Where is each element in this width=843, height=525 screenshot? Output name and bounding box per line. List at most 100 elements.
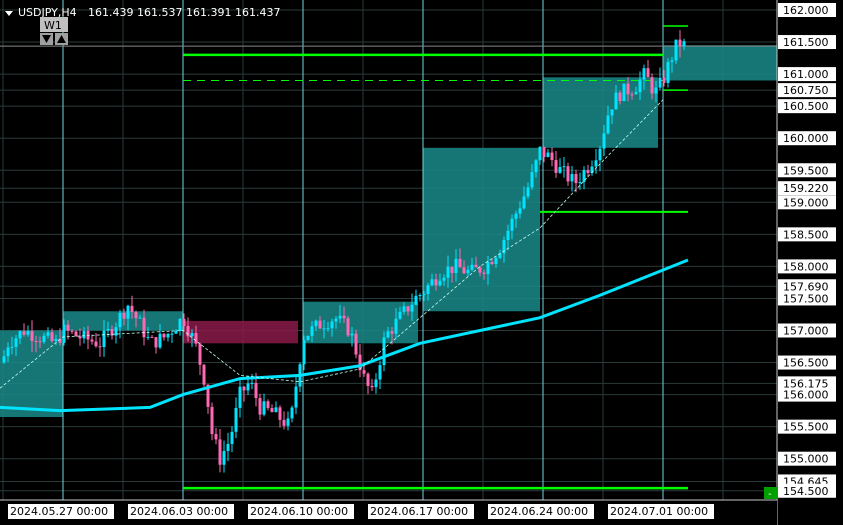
candle-body <box>46 332 50 336</box>
candle-body <box>450 266 454 274</box>
candle-body <box>534 160 538 173</box>
candle-body <box>322 328 326 330</box>
candle-body <box>414 295 418 305</box>
candle-body <box>74 331 78 337</box>
candle-body <box>270 408 274 413</box>
candle-body <box>634 92 638 95</box>
candle-body <box>418 295 422 297</box>
candle-body <box>458 258 462 268</box>
price-label: 157.690 <box>783 280 829 293</box>
candle-body <box>70 330 74 332</box>
price-label: 159.500 <box>783 164 829 177</box>
candle-body <box>550 152 554 161</box>
time-label: 2024.05.27 00:00 <box>10 505 108 518</box>
candle-body <box>658 77 662 88</box>
candle-body <box>194 333 198 344</box>
candle-body <box>454 258 458 274</box>
candle-body <box>622 83 626 102</box>
price-label: 162.000 <box>783 4 829 17</box>
candle-body <box>214 434 218 440</box>
candle-body <box>10 346 14 348</box>
candle-body <box>94 341 98 347</box>
candle-body <box>646 68 650 78</box>
candle-body <box>626 83 630 95</box>
candle-body <box>14 338 18 347</box>
candle-body <box>274 407 278 413</box>
candle-body <box>234 407 238 432</box>
candle-body <box>366 373 370 386</box>
candle-body <box>510 218 514 231</box>
candle-body <box>2 356 6 363</box>
candle-body <box>318 320 322 329</box>
close-price: 161.437 <box>235 6 281 19</box>
candle-body <box>486 262 490 274</box>
candle-body <box>682 41 686 47</box>
price-label: 154.500 <box>783 485 829 498</box>
candle-body <box>526 187 530 197</box>
candle-body <box>542 146 546 158</box>
candle-body <box>162 333 166 338</box>
chart-svg: 162.000 161.500 161.000 160.750 160.500 160.0… <box>0 0 843 525</box>
candle-body <box>118 312 122 328</box>
candle-body <box>522 196 526 209</box>
candle-body <box>310 326 314 336</box>
candle-body <box>330 321 334 329</box>
candle-body <box>530 172 534 188</box>
candle-body <box>142 317 146 338</box>
candle-body <box>570 174 574 182</box>
candle-body <box>282 419 286 426</box>
candle-body <box>78 336 82 339</box>
candle-body <box>154 337 158 348</box>
candle-body <box>302 340 306 365</box>
candle-body <box>598 148 602 161</box>
price-axis: 162.000 161.500 161.000 160.750 160.500 160.0… <box>776 0 843 525</box>
candle-body <box>218 439 222 465</box>
candle-body <box>226 443 230 452</box>
candle-body <box>614 92 618 110</box>
candle-body <box>334 318 338 322</box>
candle-body <box>662 77 666 83</box>
price-label: 160.750 <box>783 84 829 97</box>
candle-body <box>390 331 394 334</box>
candle-body <box>314 320 318 327</box>
candle-body <box>98 346 102 348</box>
price-label: 155.500 <box>783 421 829 434</box>
candle-body <box>150 336 154 338</box>
candle-body <box>602 133 606 149</box>
candle-body <box>62 324 66 343</box>
candle-body <box>126 305 130 319</box>
candle-body <box>34 340 38 342</box>
price-label: 160.500 <box>783 100 829 113</box>
candle-body <box>606 115 610 134</box>
candle-body <box>354 333 358 355</box>
zone-red <box>183 320 298 344</box>
candle-body <box>326 328 330 330</box>
price-label: 157.000 <box>783 325 829 338</box>
candle-body <box>210 406 214 435</box>
price-label: 159.220 <box>783 182 829 195</box>
candle-body <box>514 213 518 219</box>
corner-button-label: - <box>768 489 772 500</box>
time-label: 2024.06.03 00:00 <box>130 505 228 518</box>
time-fragment: 2 <box>238 505 245 518</box>
candle-body <box>666 62 670 83</box>
candle-body <box>242 386 246 391</box>
candle-body <box>574 174 578 184</box>
candle-body <box>342 315 346 319</box>
time-axis: 2 Ma 2 1 Ju 002024.05.27 00:00 2024.06.03 00:0… <box>0 499 777 525</box>
price-label: 156.500 <box>783 357 829 370</box>
candle-body <box>6 347 10 357</box>
candle-body <box>578 181 582 184</box>
candle-body <box>374 379 378 388</box>
candle-body <box>670 60 674 63</box>
candle-body <box>490 262 494 265</box>
candle-body <box>386 331 390 338</box>
candle-body <box>138 317 142 319</box>
candle-body <box>90 339 94 342</box>
candle-body <box>174 330 178 334</box>
candle-body <box>438 280 442 286</box>
candle-body <box>82 330 86 339</box>
timeframe-badge-label: W1 <box>44 19 62 32</box>
time-fragment: Ju <box>477 505 488 518</box>
candle-body <box>346 318 350 336</box>
